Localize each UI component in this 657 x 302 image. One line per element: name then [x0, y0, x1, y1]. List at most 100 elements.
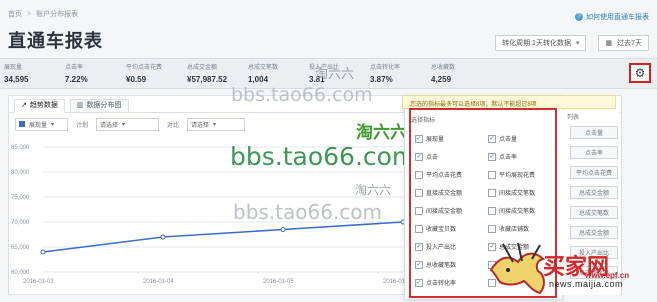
metric-option[interactable]: ✓ 总收藏笔数: [415, 258, 484, 271]
selected-metric-chip[interactable]: 总成交金额: [570, 226, 618, 239]
metric-option-label: 平均展现花费: [499, 173, 536, 179]
metric-label: 总成交笔数: [248, 65, 279, 71]
date-range-value: 过去7天: [617, 40, 642, 47]
selected-metric-chip[interactable]: 平均点击花费: [570, 166, 618, 179]
metric-option[interactable]: 收藏店铺数: [488, 222, 557, 235]
metrics-strip: 展现量 34,595 点击率 7.22% 平均点击花费 ¥0.59 总成交金额 ¥57,…: [0, 58, 657, 89]
metric-option[interactable]: 收藏宝贝数: [415, 222, 484, 235]
metric-option-label: 总收藏笔数: [426, 263, 457, 269]
tab-distribution[interactable]: ▥ 数据分布图: [69, 99, 129, 113]
y-tick-label: 65,000: [11, 245, 30, 251]
metric-option[interactable]: ✓ 点击量: [488, 132, 557, 145]
help-link[interactable]: ? 如何使用直通车报表: [575, 12, 649, 22]
metric-value: ¥57,987.52: [187, 75, 228, 84]
checkbox-checked-icon[interactable]: ✓: [415, 134, 423, 143]
metric-label: 总成交金额: [187, 65, 218, 71]
selected-metric-chip[interactable]: 点击率: [570, 146, 618, 159]
metric-card[interactable]: 展现量 34,595: [0, 59, 61, 88]
metric-filter[interactable]: 展现量 ▾: [15, 117, 68, 131]
badge-news-url: news.maijia.com: [549, 279, 624, 289]
checkbox-icon[interactable]: [415, 188, 423, 197]
series-color-swatch: [19, 121, 25, 127]
breadcrumb-separator: >: [27, 10, 32, 18]
breadcrumb-current[interactable]: 账户分布报表: [36, 9, 78, 19]
checkbox-icon[interactable]: [415, 170, 423, 179]
checkbox-icon[interactable]: [488, 206, 496, 215]
type-filter[interactable]: 请选择 ▾: [187, 117, 246, 131]
conversion-period-select[interactable]: 转化周期:1天转化数据 ▾: [495, 35, 587, 51]
metric-option-label: 间接成交笔数: [499, 191, 536, 197]
chevron-down-icon: ▾: [51, 121, 55, 128]
metric-option-label: 收藏宝贝数: [426, 227, 457, 233]
checkbox-icon[interactable]: [488, 170, 496, 179]
checkbox-checked-icon[interactable]: ✓: [415, 152, 423, 161]
metric-value: 3.81: [309, 75, 325, 84]
metric-option[interactable]: 直接成交金额: [415, 186, 484, 199]
selected-metric-chip[interactable]: 总成交金额: [570, 186, 618, 199]
conversion-period-value: 转化周期:1天转化数据: [502, 40, 571, 47]
checkbox-checked-icon[interactable]: ✓: [415, 260, 423, 269]
metric-option[interactable]: ✓ 点击: [415, 150, 484, 163]
metric-label: 点击率: [65, 65, 84, 71]
selected-metric-chip[interactable]: 点击量: [570, 126, 618, 139]
header-controls: 转化周期:1天转化数据 ▾ ▦ 过去7天: [495, 35, 649, 51]
metric-option[interactable]: ✓ 展现量: [415, 132, 484, 145]
metric-value: 7.22%: [65, 75, 88, 84]
metric-option-label: 点击率: [499, 155, 518, 161]
chevron-down-icon: ▾: [575, 40, 580, 47]
watermark-badge: 买家网 www.epf.cn news.maijia.com: [485, 242, 653, 298]
device-filter-value: 请选择: [100, 122, 119, 129]
metric-value: ¥0.59: [126, 75, 147, 84]
device-filter-label: 计划: [76, 122, 89, 129]
metric-option[interactable]: 平均展现花费: [488, 168, 557, 181]
metric-card[interactable]: 投入产出比 3.81: [305, 59, 366, 88]
tab-trend-label: 趋势数据: [29, 102, 58, 109]
metric-card[interactable]: 总收藏数 4,259: [427, 59, 488, 88]
breadcrumb-home[interactable]: 首页: [8, 9, 22, 19]
selected-metric-chip[interactable]: 总成交笔数: [570, 206, 618, 219]
checkbox-checked-icon[interactable]: ✓: [488, 152, 496, 161]
metric-option[interactable]: 间接成交金额: [415, 204, 484, 217]
report-page: 首页 > 账户分布报表 ? 如何使用直通车报表 直通车报表 转化周期:1天转化数…: [0, 0, 657, 302]
checkbox-checked-icon[interactable]: ✓: [488, 134, 496, 143]
calendar-icon: ▦: [605, 40, 613, 47]
checkbox-checked-icon[interactable]: ✓: [415, 242, 423, 251]
metric-card[interactable]: 点击率 7.22%: [61, 59, 122, 88]
metric-option[interactable]: 间接成交笔数: [488, 186, 557, 199]
metric-option[interactable]: 平均点击花费: [415, 168, 484, 181]
tab-trend[interactable]: ↗ 趋势数据: [14, 99, 65, 113]
checkbox-icon[interactable]: [488, 224, 496, 233]
metric-card[interactable]: 总成交金额 ¥57,987.52: [183, 59, 244, 88]
metric-option[interactable]: ✓ 投入产出比: [415, 240, 484, 253]
metric-settings-button[interactable]: ⚙: [629, 63, 651, 83]
metric-option-label: 间接成交笔数: [499, 209, 536, 215]
y-tick-label: 80,000: [11, 170, 30, 176]
tab-distribution-label: 数据分布图: [86, 102, 122, 109]
metric-value: 1,004: [248, 75, 269, 84]
selected-metrics-title: 列表: [567, 115, 580, 121]
metric-option[interactable]: 间接成交笔数: [488, 204, 557, 217]
selection-limit-notice: 您选的指标最多可以选择8项，默认不能超过8项: [402, 95, 616, 109]
line-chart-icon: ↗: [21, 102, 27, 109]
type-filter-label: 对比: [167, 122, 180, 129]
chevron-down-icon: ▾: [213, 121, 217, 128]
metric-card[interactable]: 点击转化率 3.87%: [366, 59, 427, 88]
metric-option[interactable]: ✓ 点击率: [488, 150, 557, 163]
metric-option[interactable]: ✓ 点击转化率: [415, 276, 484, 289]
checkbox-icon[interactable]: [488, 188, 496, 197]
x-tick-label: 2016-01-05: [263, 279, 294, 285]
metric-label: 点击转化率: [370, 65, 401, 71]
trend-chart: 85,000 80,000 75,000 70,000 65,000 60,000 2016…: [11, 145, 414, 285]
y-tick-label: 85,000: [11, 145, 30, 151]
metric-option-label: 点击量: [499, 137, 518, 143]
metric-card[interactable]: 平均点击花费 ¥0.59: [122, 59, 183, 88]
data-point: [40, 249, 46, 255]
checkbox-icon[interactable]: [415, 224, 423, 233]
y-tick-label: 70,000: [11, 220, 30, 226]
checkbox-checked-icon[interactable]: ✓: [415, 278, 423, 287]
checkbox-icon[interactable]: [415, 206, 423, 215]
date-range-select[interactable]: ▦ 过去7天: [598, 35, 649, 51]
device-filter[interactable]: 请选择 ▾: [96, 117, 160, 131]
metric-card[interactable]: 总成交笔数 1,004: [244, 59, 305, 88]
page-title: 直通车报表: [8, 31, 103, 51]
